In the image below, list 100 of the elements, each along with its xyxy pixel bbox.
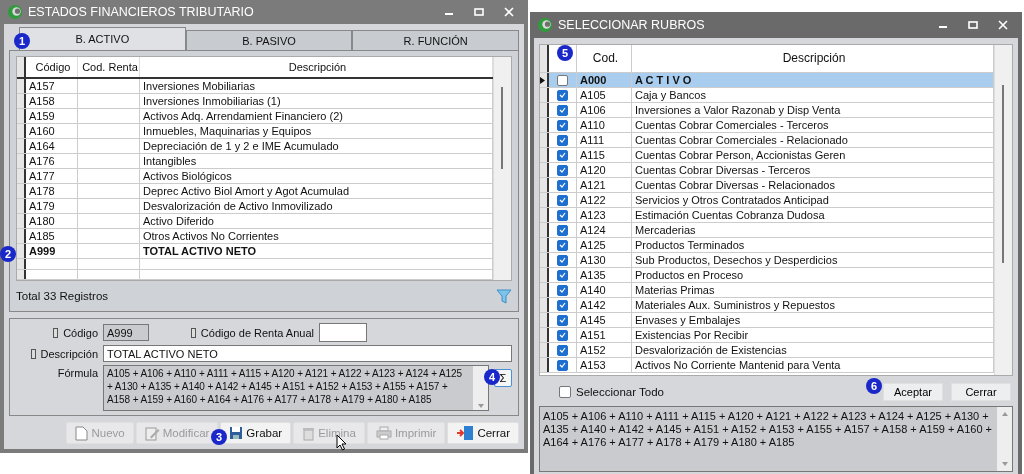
table-row[interactable]: A157 Inversiones Mobiliarias bbox=[17, 79, 493, 94]
row-selector[interactable] bbox=[17, 259, 26, 269]
checkbox[interactable] bbox=[557, 299, 568, 311]
table-row[interactable]: A000 A C T I V O bbox=[540, 73, 994, 88]
scrollbar[interactable] bbox=[493, 57, 511, 281]
close-icon[interactable] bbox=[504, 7, 514, 17]
table-row[interactable]: A130 Sub Productos, Desechos y Desperdicios bbox=[540, 253, 994, 268]
close-icon[interactable] bbox=[998, 20, 1008, 30]
table-row[interactable]: A123 Estimación Cuentas Cobranza Dudosa bbox=[540, 208, 994, 223]
input-field[interactable] bbox=[319, 323, 367, 342]
checkbox[interactable] bbox=[557, 149, 568, 161]
row-selector[interactable] bbox=[540, 298, 549, 312]
row-selector[interactable] bbox=[540, 358, 549, 372]
table-row[interactable]: A158 Inversiones Inmobiliarias (1) bbox=[17, 94, 493, 109]
row-selector[interactable] bbox=[17, 94, 26, 108]
row-selector[interactable] bbox=[540, 178, 549, 192]
checkbox[interactable] bbox=[557, 224, 568, 236]
checkbox[interactable] bbox=[557, 74, 568, 86]
row-selector[interactable] bbox=[17, 269, 26, 280]
row-selector[interactable] bbox=[540, 223, 549, 237]
table-row[interactable]: A177 Activos Biológicos bbox=[17, 169, 493, 184]
table-row[interactable]: A160 Inmuebles, Maquinarias y Equipos bbox=[17, 124, 493, 139]
checkbox[interactable] bbox=[557, 314, 568, 326]
checkbox[interactable] bbox=[557, 269, 568, 281]
maximize-icon[interactable] bbox=[968, 20, 978, 30]
table-row[interactable]: A178 Deprec Activo Biol Amort y Agot Acumulad bbox=[17, 184, 493, 199]
dialog-button[interactable]: Aceptar bbox=[883, 383, 943, 401]
row-selector[interactable] bbox=[540, 148, 549, 162]
row-selector[interactable] bbox=[17, 169, 26, 183]
checkbox-label[interactable]: Seleccionar Todo bbox=[576, 386, 664, 398]
row-selector[interactable] bbox=[17, 229, 26, 243]
checkbox[interactable] bbox=[557, 344, 568, 356]
row-selector[interactable] bbox=[540, 103, 549, 117]
row-selector[interactable] bbox=[540, 208, 549, 222]
table-row[interactable]: A179 Desvalorización de Activo Inmovilizado bbox=[17, 199, 493, 214]
table-row[interactable]: A151 Existencias Por Recibir bbox=[540, 328, 994, 343]
code-field[interactable]: A999 bbox=[103, 324, 149, 341]
maximize-icon[interactable] bbox=[474, 7, 484, 17]
row-selector[interactable] bbox=[17, 154, 26, 168]
row-selector[interactable] bbox=[540, 253, 549, 267]
table-row[interactable]: A106 Inversiones a Valor Razonab y Disp Venta bbox=[540, 103, 994, 118]
checkbox[interactable] bbox=[557, 89, 568, 101]
table-row[interactable]: A140 Materias Primas bbox=[540, 283, 994, 298]
row-selector[interactable] bbox=[540, 133, 549, 147]
table-row[interactable]: A142 Materiales Aux. Suministros y Repuestos bbox=[540, 298, 994, 313]
checkbox[interactable] bbox=[559, 386, 571, 398]
table-row[interactable]: A121 Cuentas Cobrar Diversas - Relacionados bbox=[540, 178, 994, 193]
table-row[interactable]: A124 Mercaderias bbox=[540, 223, 994, 238]
row-selector[interactable] bbox=[540, 73, 549, 87]
checkbox[interactable] bbox=[557, 359, 568, 371]
row-selector[interactable] bbox=[17, 124, 26, 138]
row-selector[interactable] bbox=[17, 244, 26, 258]
dialog-button[interactable]: Cerrar bbox=[951, 383, 1011, 401]
row-selector[interactable] bbox=[17, 57, 26, 77]
table-row[interactable]: A115 Cuentas Cobrar Person, Accionistas Geren bbox=[540, 148, 994, 163]
table-row[interactable]: A180 Activo Diferido bbox=[17, 214, 493, 229]
row-selector[interactable] bbox=[17, 184, 26, 198]
row-selector[interactable] bbox=[540, 118, 549, 132]
table-row[interactable]: A999 TOTAL ACTIVO NETO bbox=[17, 244, 493, 259]
table-row[interactable]: A152 Desvalorización de Existencias bbox=[540, 343, 994, 358]
tab[interactable]: R. FUNCIÓN bbox=[352, 30, 519, 50]
row-selector[interactable] bbox=[17, 214, 26, 228]
tab[interactable]: B. PASIVO bbox=[185, 30, 353, 50]
table-row[interactable]: A176 Intangibles bbox=[17, 154, 493, 169]
table-row[interactable]: A110 Cuentas Cobrar Comerciales - Terceros bbox=[540, 118, 994, 133]
table-row[interactable]: A145 Envases y Embalajes bbox=[540, 313, 994, 328]
row-selector[interactable] bbox=[540, 88, 549, 102]
table-row[interactable]: A164 Depreciación de 1 y 2 e IME Acumulado bbox=[17, 139, 493, 154]
row-selector[interactable] bbox=[540, 268, 549, 282]
row-selector[interactable] bbox=[540, 283, 549, 297]
checkbox[interactable] bbox=[557, 284, 568, 296]
table-row[interactable]: A122 Servicios y Otros Contratados Anticipad bbox=[540, 193, 994, 208]
checkbox[interactable] bbox=[557, 134, 568, 146]
row-selector[interactable] bbox=[17, 79, 26, 93]
table-row[interactable]: A159 Activos Adq. Arrendamient Financiero (2) bbox=[17, 109, 493, 124]
table-row[interactable]: A111 Cuentas Cobrar Comerciales - Relacionado bbox=[540, 133, 994, 148]
scrollbar[interactable] bbox=[994, 45, 1012, 375]
checkbox[interactable] bbox=[557, 164, 568, 176]
description-field[interactable]: TOTAL ACTIVO NETO bbox=[103, 345, 512, 362]
row-selector[interactable] bbox=[17, 109, 26, 123]
row-selector[interactable] bbox=[540, 238, 549, 252]
table-row[interactable]: A153 Activos No Corriente Mantenid para Venta bbox=[540, 358, 994, 373]
checkbox[interactable] bbox=[557, 209, 568, 221]
table-row[interactable]: A125 Productos Terminados bbox=[540, 238, 994, 253]
table-row[interactable]: A135 Productos en Proceso bbox=[540, 268, 994, 283]
row-selector[interactable] bbox=[540, 163, 549, 177]
row-selector[interactable] bbox=[540, 193, 549, 207]
row-selector[interactable] bbox=[540, 328, 549, 342]
checkbox[interactable] bbox=[557, 239, 568, 251]
toolbar-button[interactable]: Cerrar bbox=[447, 422, 519, 444]
checkbox[interactable] bbox=[557, 329, 568, 341]
table-row[interactable]: A120 Cuentas Cobrar Diversas - Terceros bbox=[540, 163, 994, 178]
row-selector[interactable] bbox=[540, 343, 549, 357]
checkbox[interactable] bbox=[557, 179, 568, 191]
row-selector[interactable] bbox=[17, 139, 26, 153]
formula-field[interactable]: A105 + A106 + A110 + A111 + A115 + A120 + A121 + A122 + A123 + A124 + A125 + A130 + A135 + A140 + A142 + A145 + A151 + A152 + A153 + A155 + A157 + A158 + A159 + A160 + A164 + A176 + A177 + A178 + A179 + A180 + A185 bbox=[103, 365, 489, 411]
checkbox[interactable] bbox=[557, 119, 568, 131]
table-row[interactable]: A185 Otros Activos No Corrientes bbox=[17, 229, 493, 244]
checkbox[interactable] bbox=[557, 104, 568, 116]
row-selector[interactable] bbox=[17, 199, 26, 213]
